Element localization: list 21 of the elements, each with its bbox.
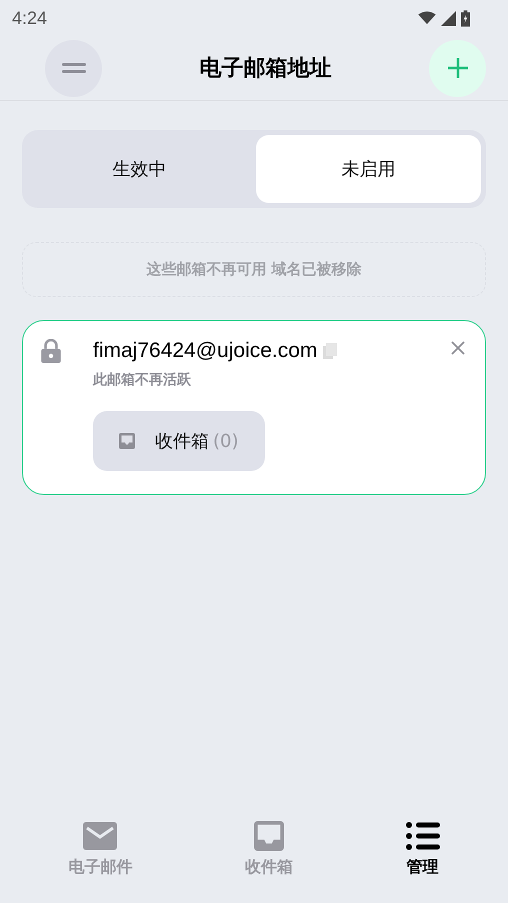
nav-tab[interactable]: 管理 [396,817,450,889]
close-icon [451,341,465,355]
close-button[interactable] [449,339,467,357]
email-address: fimaj76424@ujoice.com [93,339,318,363]
battery-icon [461,10,470,26]
signal-icon [441,10,456,26]
list-icon [406,821,440,851]
address-status: 此邮箱不再活跃 [93,371,192,389]
mail-icon [83,821,118,851]
inbox-button[interactable]: 收件箱 (0) [93,411,265,471]
notice-banner: 这些邮箱不再可用 域名已被移除 [22,242,486,297]
wifi-icon [418,11,436,25]
tray-icon [119,433,135,449]
copy-icon [323,343,338,359]
status-time: 4:24 [12,8,48,28]
tray-icon [252,821,286,851]
segment-tab[interactable]: 未启用 [256,135,481,203]
menu-icon [62,62,86,74]
plus-icon [446,56,470,80]
segment-tab[interactable]: 生效中 [27,135,252,203]
page-title: 电子邮箱地址 [200,55,332,83]
